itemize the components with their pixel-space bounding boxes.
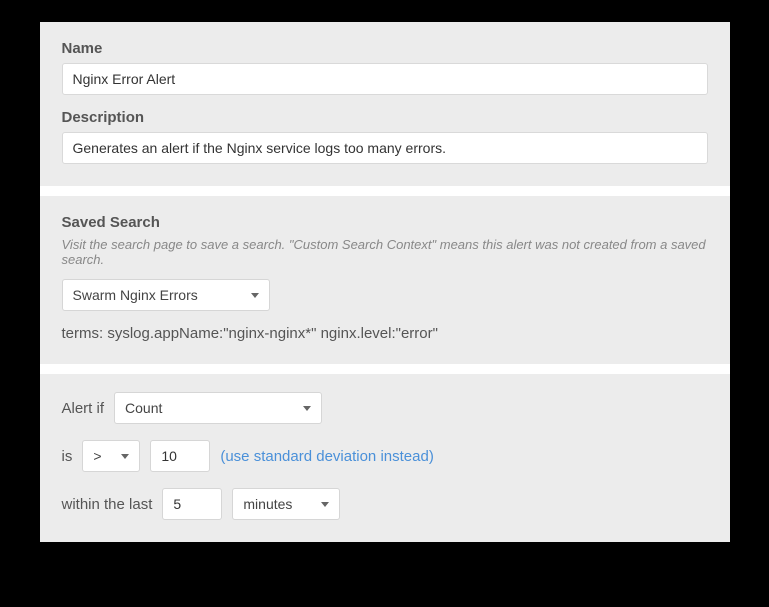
alert-if-label: Alert if xyxy=(62,400,105,417)
stddev-link[interactable]: (use standard deviation instead) xyxy=(220,448,433,465)
chevron-down-icon xyxy=(303,406,311,411)
within-input[interactable] xyxy=(162,488,222,520)
saved-search-terms: terms: syslog.appName:"nginx-nginx*" ngi… xyxy=(62,325,708,342)
operator-select[interactable]: > xyxy=(82,440,140,472)
is-label: is xyxy=(62,448,73,465)
name-label: Name xyxy=(62,40,708,57)
saved-search-hint: Visit the search page to save a search. … xyxy=(62,237,708,267)
saved-search-label: Saved Search xyxy=(62,214,708,231)
panel-saved-search: Saved Search Visit the search page to sa… xyxy=(40,196,730,364)
name-input[interactable] xyxy=(62,63,708,95)
panel-basic: Name Description xyxy=(40,22,730,186)
threshold-input[interactable] xyxy=(150,440,210,472)
within-label: within the last xyxy=(62,496,153,513)
panel-condition: Alert if Count is > (use standard deviat… xyxy=(40,374,730,542)
operator-selected: > xyxy=(93,448,101,464)
chevron-down-icon xyxy=(321,502,329,507)
panel-separator xyxy=(40,364,730,374)
description-input[interactable] xyxy=(62,132,708,164)
row-is: is > (use standard deviation instead) xyxy=(62,440,708,472)
panel-separator xyxy=(40,186,730,196)
field-name: Name xyxy=(62,40,708,95)
chevron-down-icon xyxy=(121,454,129,459)
row-within: within the last minutes xyxy=(62,488,708,520)
saved-search-select[interactable]: Swarm Nginx Errors xyxy=(62,279,270,311)
field-description: Description xyxy=(62,109,708,164)
unit-select[interactable]: minutes xyxy=(232,488,340,520)
metric-selected: Count xyxy=(125,400,162,416)
row-alert-if: Alert if Count xyxy=(62,392,708,424)
alert-config-form: Name Description Saved Search Visit the … xyxy=(40,22,730,542)
chevron-down-icon xyxy=(251,293,259,298)
unit-selected: minutes xyxy=(243,496,292,512)
metric-select[interactable]: Count xyxy=(114,392,322,424)
description-label: Description xyxy=(62,109,708,126)
saved-search-selected: Swarm Nginx Errors xyxy=(73,287,198,303)
